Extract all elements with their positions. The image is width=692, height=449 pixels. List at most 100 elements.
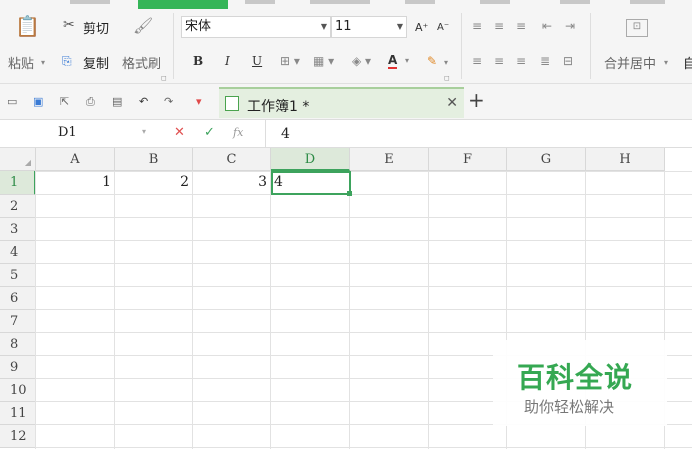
column-header-e[interactable]: E [350,148,429,171]
select-all-corner[interactable]: ◢ [0,148,36,171]
row-header-7[interactable]: 7 [0,310,36,333]
column-header-b[interactable]: B [115,148,193,171]
scissors-icon[interactable]: ✂ [63,18,75,32]
row-header-6[interactable]: 6 [0,287,36,310]
copy-icon[interactable]: ⎘ [62,54,72,68]
underline-button[interactable]: U [252,54,262,68]
paste-button[interactable]: 粘贴 [8,53,34,72]
row-gridline [36,332,692,333]
row-gridline [36,286,692,287]
column-header-d[interactable]: D [271,148,350,171]
align-center-icon[interactable]: ≡ [494,54,504,68]
font-size-value: 11 [335,19,352,34]
fill-handle[interactable] [347,191,352,196]
document-tab[interactable]: 工作簿1 * ✕ [219,87,464,118]
cell-style-icon[interactable]: ▦ ▾ [313,54,334,68]
align-middle-icon[interactable]: ≡ [494,19,504,33]
cell-a1[interactable]: 1 [36,174,111,190]
menu-fragment [630,0,665,4]
paste-dropdown-icon[interactable]: ▾ [41,56,45,70]
row-header-4[interactable]: 4 [0,241,36,264]
column-header-h[interactable]: H [586,148,665,171]
ribbon: 📋 粘贴 ▾ ✂ 剪切 🖌 ⎘ 复制 格式刷 ◻ 宋体 ▼ 11 ▼ A⁺ A⁻… [0,9,692,84]
cell-b1[interactable]: 2 [115,174,189,190]
redo-icon[interactable]: ↷ [164,95,173,108]
decrease-indent-icon[interactable]: ⇤ [542,19,552,33]
column-header-f[interactable]: F [429,148,507,171]
active-cell-border[interactable] [271,171,351,195]
column-header-a[interactable]: A [36,148,115,171]
chevron-down-icon[interactable]: ▾ [405,54,409,68]
fx-function-icon[interactable]: fx [233,126,243,139]
group-launcher-icon[interactable]: ◻ [161,71,167,85]
row-header-10[interactable]: 10 [0,379,36,402]
clear-format-icon[interactable]: ✎ [427,54,437,68]
align-bottom-icon[interactable]: ≡ [516,19,526,33]
merge-center-button[interactable]: 合并居中 [604,53,656,72]
column-gridline [192,171,193,449]
export-icon[interactable]: ⇱ [60,95,69,108]
border-icon[interactable]: ⊞ ▾ [280,54,300,68]
chevron-down-icon: ▼ [396,22,403,31]
align-left-icon[interactable]: ≡ [472,54,482,68]
copy-button[interactable]: 复制 [83,53,109,72]
ribbon-separator [461,13,462,79]
increase-indent-icon[interactable]: ⇥ [565,19,575,33]
chevron-down-icon[interactable]: ▾ [142,127,146,136]
customize-toolbar-icon[interactable]: ▾ [196,95,202,108]
cancel-icon[interactable]: ✕ [174,125,185,140]
distributed-icon[interactable]: ⊟ [563,54,573,68]
align-right-icon[interactable]: ≡ [516,54,526,68]
close-icon[interactable]: ✕ [446,95,458,111]
row-header-3[interactable]: 3 [0,218,36,241]
open-folder-icon[interactable]: ▭ [7,95,17,108]
formula-input[interactable]: 4 [281,126,290,142]
menu-fragment [560,0,590,4]
watermark-logo: 百科全说 助你轻松解决 [493,340,667,426]
row-header-1[interactable]: 1 [0,171,36,195]
group-launcher-icon[interactable]: ◻ [444,71,450,85]
bold-button[interactable]: B [193,54,203,68]
checkmark-icon[interactable]: ✓ [204,125,215,140]
shrink-font-icon[interactable]: A⁻ [437,21,449,35]
fill-color-icon[interactable]: ◈ ▾ [352,54,371,68]
new-tab-plus-icon[interactable]: + [468,88,485,112]
row-gridline [36,309,692,310]
undo-icon[interactable]: ↶ [139,95,148,108]
column-header-g[interactable]: G [507,148,586,171]
format-painter-icon[interactable]: 🖌 [133,18,153,34]
align-top-icon[interactable]: ≡ [472,19,482,33]
italic-button[interactable]: I [225,54,230,68]
row-gridline [36,263,692,264]
row-header-11[interactable]: 11 [0,402,36,425]
row-header-12[interactable]: 12 [0,425,36,448]
column-gridline [35,171,36,449]
name-box[interactable]: D1 [0,120,152,147]
row-header-8[interactable]: 8 [0,333,36,356]
formula-bar: D1 ▾ ✕ ✓ fx 4 [0,120,692,148]
justify-icon[interactable]: ≣ [540,54,550,68]
column-gridline [349,171,350,449]
row-header-2[interactable]: 2 [0,195,36,218]
row-gridline [36,240,692,241]
tab-start-active[interactable] [138,0,228,9]
chevron-down-icon[interactable]: ▾ [664,56,668,70]
save-icon[interactable]: ▣ [33,95,43,108]
column-header-c[interactable]: C [193,148,271,171]
truncated-ribbon-label[interactable]: 自 [683,53,692,72]
print-preview-icon[interactable]: ▤ [112,95,122,108]
chevron-down-icon[interactable]: ▾ [444,56,448,70]
print-icon[interactable]: ⎙ [86,95,95,109]
font-size-select[interactable]: 11 ▼ [331,16,407,38]
cell-c1[interactable]: 3 [193,174,267,190]
row-header-9[interactable]: 9 [0,356,36,379]
grow-font-icon[interactable]: A⁺ [415,21,428,35]
font-color-icon[interactable]: A [388,53,398,69]
merge-center-icon[interactable]: ⊡ [626,19,648,37]
paste-icon[interactable]: 📋 [15,16,40,36]
menu-fragment [310,0,370,4]
font-name-select[interactable]: 宋体 ▼ [181,16,331,38]
row-header-5[interactable]: 5 [0,264,36,287]
cut-button[interactable]: 剪切 [83,18,109,37]
format-painter-button[interactable]: 格式刷 [122,53,161,72]
